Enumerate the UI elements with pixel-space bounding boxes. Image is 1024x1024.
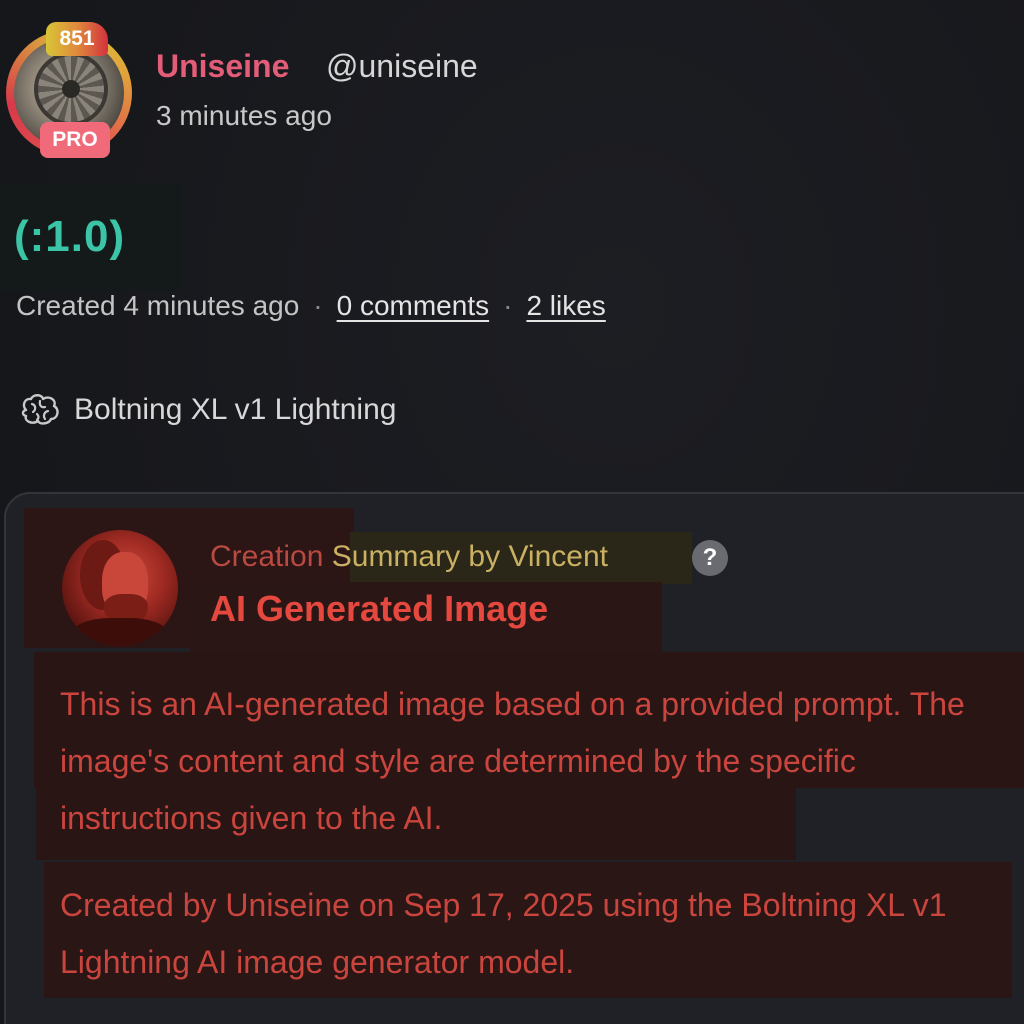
post-time: 3 minutes ago <box>156 100 332 131</box>
summary-paragraph-2: Created by Uniseine on Sep 17, 2025 usin… <box>60 887 947 980</box>
meta-separator: · <box>503 290 513 321</box>
author-handle[interactable]: @uniseine <box>326 48 478 85</box>
level-badge: 851 <box>46 22 108 56</box>
likes-link[interactable]: 2 likes <box>526 290 605 321</box>
summary-label-by: Summary by Vincent <box>331 540 608 573</box>
pro-badge: PRO <box>40 122 110 158</box>
author-name[interactable]: Uniseine <box>156 48 289 85</box>
summary-title: AI Generated Image <box>210 588 549 629</box>
post-page: 851 PRO Uniseine @uniseine 3 minutes ago… <box>0 0 1024 1024</box>
created-text: Created 4 minutes ago <box>16 290 300 321</box>
comments-link[interactable]: 0 comments <box>337 290 490 321</box>
post-meta: Created 4 minutes ago · 0 comments · 2 likes <box>16 290 606 322</box>
vincent-coat <box>72 618 168 646</box>
summary-paragraph-1: This is an AI-generated image based on a… <box>60 686 965 836</box>
author-avatar[interactable]: 851 PRO <box>6 22 138 158</box>
meta-separator: · <box>313 290 323 321</box>
fan-icon <box>34 52 108 126</box>
summary-label: Creation Summary by Vincent <box>210 540 608 574</box>
summary-label-creation: Creation <box>210 540 324 573</box>
vincent-avatar <box>62 530 178 646</box>
model-name: Boltning XL v1 Lightning <box>74 393 397 426</box>
prompt-strength: (:1.0) <box>14 212 126 261</box>
help-icon[interactable]: ? <box>692 540 728 576</box>
brain-icon <box>21 394 59 425</box>
model-row[interactable]: Boltning XL v1 Lightning <box>18 390 396 430</box>
